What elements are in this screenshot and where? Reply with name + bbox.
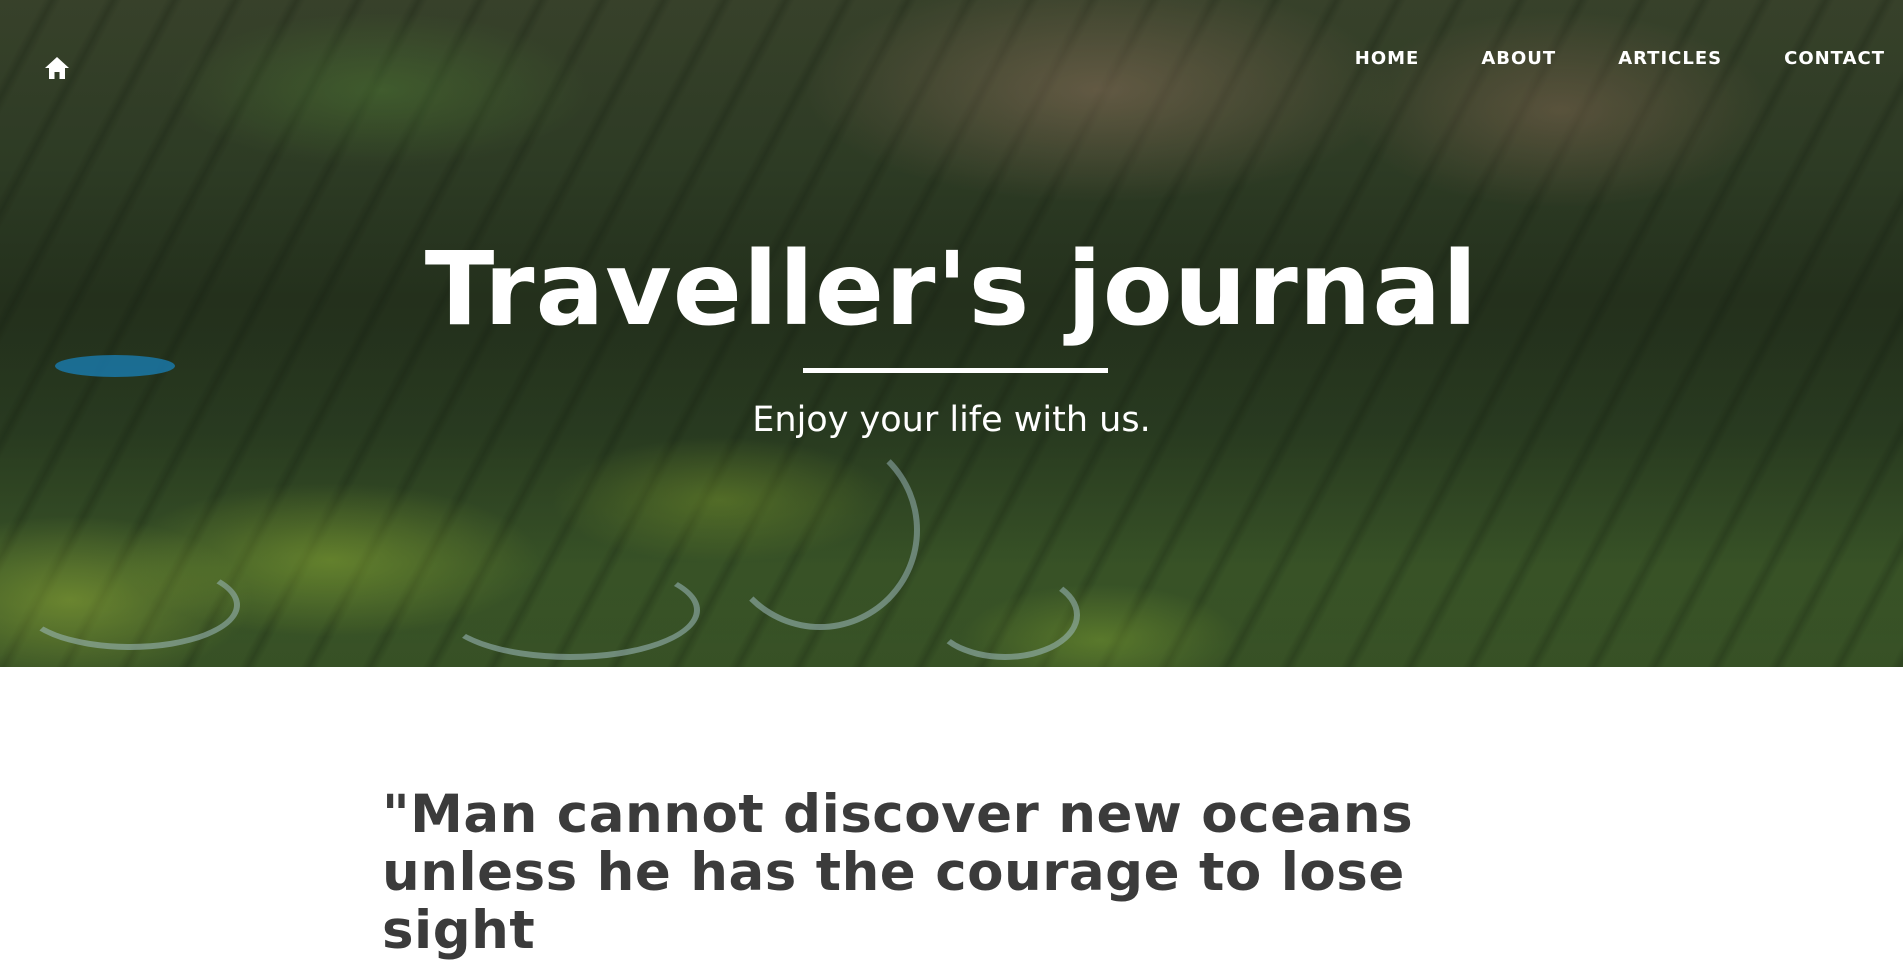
featured-quote: "Man cannot discover new oceans unless h… [382,784,1414,961]
title-divider [803,368,1108,373]
hero-subtitle: Enjoy your life with us. [752,400,1151,440]
nav-link-home[interactable]: HOME [1355,48,1420,72]
top-nav: HOME ABOUT ARTICLES CONTACT [1293,48,1903,72]
home-icon[interactable] [44,56,70,80]
nav-link-contact[interactable]: CONTACT [1784,48,1885,72]
nav-link-about[interactable]: ABOUT [1481,48,1556,72]
hero-section: HOME ABOUT ARTICLES CONTACT Traveller's … [0,0,1903,667]
hero-title: Traveller's journal [424,230,1479,349]
nav-link-articles[interactable]: ARTICLES [1618,48,1722,72]
